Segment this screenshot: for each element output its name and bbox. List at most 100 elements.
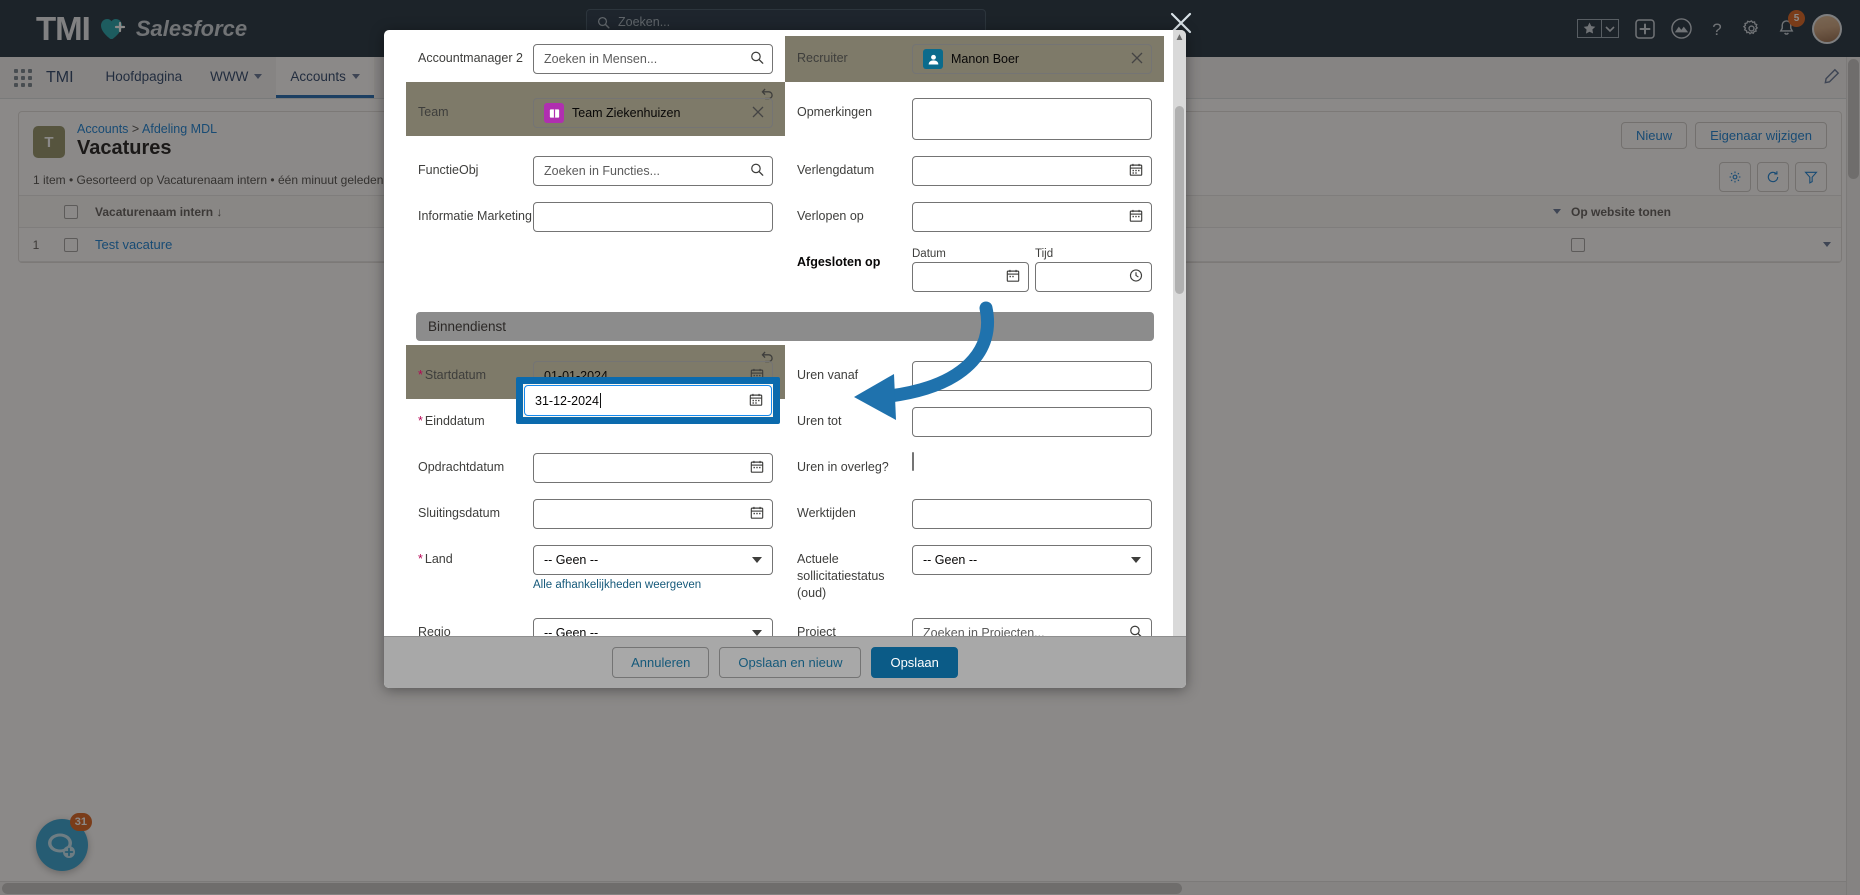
field-actuele-sollicitatiestatus: Actuele sollicitatiestatus (oud) -- Geen… xyxy=(785,537,1164,610)
team-pill: Team Ziekenhuizen xyxy=(544,103,680,123)
calendar-icon[interactable] xyxy=(1006,269,1020,286)
modal-footer: Annuleren Opslaan en nieuw Opslaan xyxy=(384,636,1186,688)
status-value: -- Geen -- xyxy=(923,553,978,567)
field-label: * Land xyxy=(418,545,533,568)
label-text: Land xyxy=(424,552,453,566)
field-opmerkingen: Opmerkingen xyxy=(785,82,1164,148)
actuele-sollicitatiestatus-select[interactable]: -- Geen -- xyxy=(912,545,1152,575)
field-label: Project xyxy=(797,624,836,636)
field-uren-in-overleg: Uren in overleg? xyxy=(785,445,1164,484)
calendar-icon[interactable] xyxy=(1129,163,1143,180)
field-label: Recruiter xyxy=(797,51,848,65)
field-verlopen-op: Verlopen op xyxy=(785,194,1164,240)
placeholder: Zoeken in Mensen... xyxy=(544,52,658,66)
calendar-icon[interactable] xyxy=(750,460,764,477)
verlengdatum-input[interactable] xyxy=(912,156,1152,186)
chevron-down-icon xyxy=(752,629,762,636)
opdrachtdatum-input[interactable] xyxy=(533,453,773,483)
werktijden-input[interactable] xyxy=(912,499,1152,529)
field-label: Team xyxy=(418,105,449,119)
einddatum-input[interactable]: 31-12-2024 xyxy=(524,385,772,416)
field-label: Verlopen op xyxy=(797,209,864,223)
team-value: Team Ziekenhuizen xyxy=(572,106,681,120)
verlopen-op-input[interactable] xyxy=(912,202,1152,232)
field-label: FunctieObj xyxy=(418,163,479,177)
modal-scroll-thumb[interactable] xyxy=(1175,106,1184,294)
calendar-icon[interactable] xyxy=(750,506,764,523)
field-label: Uren in overleg? xyxy=(797,460,889,474)
field-afgesloten-op: Afgesloten op Datum Tijd xyxy=(785,240,1164,300)
sublabel-tijd: Tijd xyxy=(1035,248,1054,260)
team-input[interactable]: Team Ziekenhuizen xyxy=(533,98,773,128)
accountmanager-2-input[interactable]: Zoeken in Mensen... xyxy=(533,44,773,74)
sublabel-datum: Datum xyxy=(912,248,946,260)
scroll-up-arrow-icon[interactable]: ▲ xyxy=(1174,32,1185,43)
uren-in-overleg-checkbox[interactable] xyxy=(912,452,914,471)
informatie-marketing-input[interactable] xyxy=(533,202,773,232)
search-icon xyxy=(750,51,764,68)
close-icon[interactable] xyxy=(752,105,764,121)
recruiter-pill: Manon Boer xyxy=(923,49,1019,69)
project-input[interactable]: Zoeken in Projecten... xyxy=(912,617,1152,636)
land-select[interactable]: -- Geen -- xyxy=(533,545,773,575)
afgesloten-op-time-input[interactable] xyxy=(1035,262,1152,292)
search-icon xyxy=(1129,624,1143,636)
regio-value: -- Geen -- xyxy=(544,625,599,636)
team-icon xyxy=(544,103,564,123)
field-werktijden: Werktijden xyxy=(785,491,1164,537)
land-value: -- Geen -- xyxy=(544,553,599,567)
required-asterisk: * xyxy=(418,552,423,566)
field-label: Regio xyxy=(418,624,451,636)
save-button[interactable]: Opslaan xyxy=(871,647,958,678)
field-sluitingsdatum: Sluitingsdatum xyxy=(406,491,785,537)
field-label: Opdrachtdatum xyxy=(418,460,505,474)
field-label: Actuele sollicitatiestatus (oud) xyxy=(797,552,885,600)
recruiter-value: Manon Boer xyxy=(951,52,1020,66)
land-dependencies-link[interactable]: Alle afhankelijkheden weergeven xyxy=(533,579,773,591)
required-asterisk: * xyxy=(418,414,423,428)
clock-icon[interactable] xyxy=(1129,269,1143,286)
text-cursor xyxy=(599,393,601,408)
field-spacer xyxy=(406,240,785,268)
label-text: Startdatum xyxy=(424,368,487,382)
save-and-new-button[interactable]: Opslaan en nieuw xyxy=(719,647,862,678)
modal-scroll-region: Accountmanager 2 Zoeken in Mensen... Rec… xyxy=(384,30,1186,636)
field-regio: Regio -- Geen -- Alle afhankelijkheden w… xyxy=(406,610,785,636)
edit-record-modal: Accountmanager 2 Zoeken in Mensen... Rec… xyxy=(384,30,1186,688)
field-functieobj: FunctieObj Zoeken in Functies... xyxy=(406,148,785,194)
einddatum-value: 31-12-2024 xyxy=(535,393,599,408)
field-land: * Land -- Geen -- Alle afhankelijkheden w… xyxy=(406,537,785,599)
close-icon[interactable] xyxy=(1131,51,1143,67)
placeholder: Zoeken in Functies... xyxy=(544,164,661,178)
field-label: Werktijden xyxy=(797,506,856,520)
field-label: Opmerkingen xyxy=(797,105,873,119)
field-recruiter: Recruiter Manon Boer xyxy=(785,36,1164,82)
field-project: Project Zoeken in Projecten... xyxy=(785,610,1164,636)
field-label: Informatie Marketing xyxy=(418,209,532,223)
field-label: Sluitingsdatum xyxy=(418,506,500,520)
record-form: Accountmanager 2 Zoeken in Mensen... Rec… xyxy=(384,30,1186,636)
field-accountmanager-2: Accountmanager 2 Zoeken in Mensen... xyxy=(406,36,785,82)
annotation-arrow xyxy=(854,301,994,420)
search-icon xyxy=(750,163,764,180)
label-text: Einddatum xyxy=(424,414,485,428)
field-informatie-marketing: Informatie Marketing xyxy=(406,194,785,240)
functieobj-input[interactable]: Zoeken in Functies... xyxy=(533,156,773,186)
afgesloten-op-date-input[interactable] xyxy=(912,262,1029,292)
sluitingsdatum-input[interactable] xyxy=(533,499,773,529)
field-label: Afgesloten op xyxy=(797,255,881,269)
field-opdrachtdatum: Opdrachtdatum xyxy=(406,445,785,491)
recruiter-input[interactable]: Manon Boer xyxy=(912,44,1152,74)
field-team: Team Team Ziekenhuizen xyxy=(406,82,785,136)
calendar-icon[interactable] xyxy=(749,392,763,409)
field-label: Accountmanager 2 xyxy=(418,51,523,65)
field-verlengdatum: Verlengdatum xyxy=(785,148,1164,194)
person-icon xyxy=(923,49,943,69)
cancel-button[interactable]: Annuleren xyxy=(612,647,710,678)
opmerkingen-textarea[interactable] xyxy=(912,98,1152,140)
chevron-down-icon xyxy=(752,557,762,563)
placeholder: Zoeken in Projecten... xyxy=(923,625,1045,636)
regio-select[interactable]: -- Geen -- xyxy=(533,617,773,636)
modal-scrollbar[interactable]: ▲ xyxy=(1173,30,1186,636)
calendar-icon[interactable] xyxy=(1129,209,1143,226)
